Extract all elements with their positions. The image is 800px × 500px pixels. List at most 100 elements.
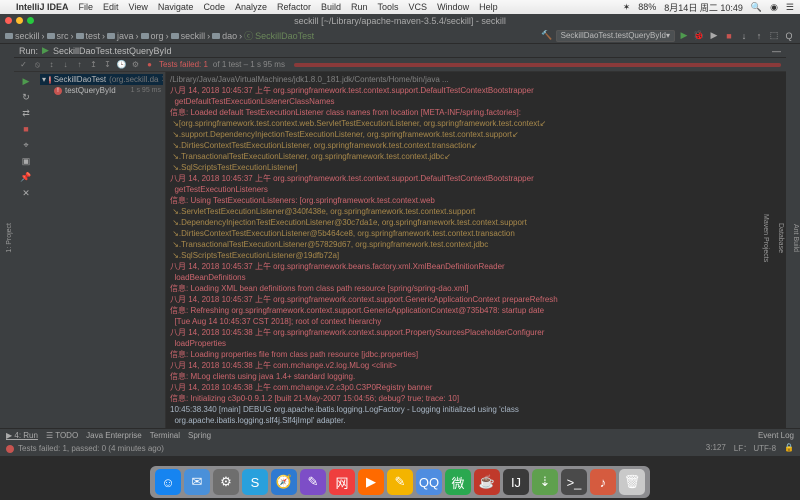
battery-pct[interactable]: 88% xyxy=(638,2,656,12)
encoding-label[interactable]: LF： UTF-8 xyxy=(734,443,776,454)
folder-icon xyxy=(107,33,115,39)
tool-maven[interactable]: Maven Projects xyxy=(761,211,770,265)
layout-icon[interactable]: ▣ xyxy=(20,155,32,167)
tool-project[interactable]: 1: Project xyxy=(5,220,14,256)
dock-app-icon[interactable]: 网 xyxy=(329,469,355,495)
macos-dock: ☺✉⚙S🧭✎网▶✎QQ微☕IJ⇣>_♪🗑 xyxy=(0,456,800,500)
test-tree[interactable]: ▾! SeckillDaoTest (org.seckill.da 1 s 95… xyxy=(38,72,166,428)
dock-app-icon[interactable]: IJ xyxy=(503,469,529,495)
minimize-tool-icon[interactable]: — xyxy=(772,46,781,56)
status-bar: ▶ 4: Run ☰ TODO Java Enterprise Terminal… xyxy=(0,428,800,456)
menu-code[interactable]: Code xyxy=(203,2,225,12)
tool-ant[interactable]: Ant Build xyxy=(791,221,800,255)
next-fail-icon[interactable]: ↧ xyxy=(103,60,112,69)
main-toolbar: seckill › src › test › java › org › seck… xyxy=(0,28,800,44)
export-icon[interactable]: 🕒 xyxy=(117,60,126,69)
caret-position[interactable]: 3:127 xyxy=(706,443,726,454)
menu-help[interactable]: Help xyxy=(479,2,498,12)
dock-app-icon[interactable]: ♪ xyxy=(590,469,616,495)
menu-navigate[interactable]: Navigate xyxy=(158,2,194,12)
menu-run[interactable]: Run xyxy=(351,2,368,12)
rerun-button[interactable]: ▶ xyxy=(20,75,32,87)
collapse-icon[interactable]: ↑ xyxy=(75,60,84,69)
rerun-failed-button[interactable]: ↻ xyxy=(20,91,32,103)
tab-spring[interactable]: Spring xyxy=(188,431,211,440)
run-tool-window: Run: ▶ SeckillDaoTest.testQueryById — ✓ … xyxy=(14,44,786,428)
fail-dot-icon: ● xyxy=(145,60,154,69)
dock-app-icon[interactable]: ✎ xyxy=(387,469,413,495)
dock-app-icon[interactable]: S xyxy=(242,469,268,495)
dock-app-icon[interactable]: >_ xyxy=(561,469,587,495)
event-log-button[interactable]: Event Log xyxy=(758,431,794,440)
dock-app-icon[interactable]: ☕ xyxy=(474,469,500,495)
gear-icon[interactable]: ⚙ xyxy=(131,60,140,69)
dock-app-icon[interactable]: ✉ xyxy=(184,469,210,495)
status-fail-icon xyxy=(6,445,14,453)
vcs-commit-icon[interactable]: ↑ xyxy=(753,30,765,42)
dock-app-icon[interactable]: 🧭 xyxy=(271,469,297,495)
close-tab-icon[interactable]: ✕ xyxy=(20,187,32,199)
notifications-icon[interactable]: ☰ xyxy=(786,2,794,13)
menu-analyze[interactable]: Analyze xyxy=(235,2,267,12)
run-button[interactable]: ▶ xyxy=(678,30,690,42)
spotlight-icon[interactable]: 🔍 xyxy=(751,2,762,13)
show-ignored-icon[interactable]: ⦸ xyxy=(33,60,42,69)
test-tree-item[interactable]: ! testQueryById 1 s 95 ms xyxy=(40,85,163,96)
pin-icon[interactable]: 📌 xyxy=(20,171,32,183)
stop-button[interactable]: ■ xyxy=(723,30,735,42)
build-icon[interactable]: 🔨 xyxy=(541,30,553,42)
breadcrumb[interactable]: seckill › src › test › java › org › seck… xyxy=(5,29,314,42)
dock-app-icon[interactable]: ☺ xyxy=(155,469,181,495)
dock-app-icon[interactable]: ✎ xyxy=(300,469,326,495)
stop-tests-button[interactable]: ■ xyxy=(20,123,32,135)
vcs-update-icon[interactable]: ↓ xyxy=(738,30,750,42)
menu-build[interactable]: Build xyxy=(321,2,341,12)
tab-terminal[interactable]: Terminal xyxy=(150,431,180,440)
console-output[interactable]: /Library/Java/JavaVirtualMachines/jdk1.8… xyxy=(166,72,786,428)
fail-icon: ! xyxy=(54,87,62,95)
dock-app-icon[interactable]: ⚙ xyxy=(213,469,239,495)
window-title: seckill [~/Library/apache-maven-3.5.4/se… xyxy=(294,16,506,26)
dock-app-icon[interactable]: ▶ xyxy=(358,469,384,495)
search-button[interactable]: Q xyxy=(783,30,795,42)
minimize-icon[interactable] xyxy=(16,17,23,24)
close-icon[interactable] xyxy=(5,17,12,24)
show-passed-icon[interactable]: ✓ xyxy=(19,60,28,69)
expand-icon[interactable]: ↓ xyxy=(61,60,70,69)
siri-icon[interactable]: ◉ xyxy=(770,2,778,13)
menu-tools[interactable]: Tools xyxy=(378,2,399,12)
menu-view[interactable]: View xyxy=(129,2,148,12)
tab-javaee[interactable]: Java Enterprise xyxy=(86,431,142,440)
menu-file[interactable]: File xyxy=(79,2,94,12)
tab-todo[interactable]: ☰ TODO xyxy=(46,431,78,440)
coverage-button[interactable]: ▶ xyxy=(708,30,720,42)
toggle-autotest-icon[interactable]: ⇄ xyxy=(20,107,32,119)
wifi-icon[interactable]: ✶ xyxy=(623,2,631,13)
menu-vcs[interactable]: VCS xyxy=(409,2,428,12)
app-name[interactable]: IntelliJ IDEA xyxy=(16,2,69,12)
menu-window[interactable]: Window xyxy=(437,2,469,12)
menu-refactor[interactable]: Refactor xyxy=(277,2,311,12)
run-config-select[interactable]: SeckillDaoTest.testQueryById ▾ xyxy=(556,30,675,42)
sort-icon[interactable]: ↕ xyxy=(47,60,56,69)
tab-run[interactable]: ▶ 4: Run xyxy=(6,431,38,440)
menu-edit[interactable]: Edit xyxy=(103,2,119,12)
progress-bar xyxy=(294,63,781,67)
dock-app-icon[interactable]: QQ xyxy=(416,469,442,495)
structure-icon[interactable]: ⬚ xyxy=(768,30,780,42)
dock-app-icon[interactable]: 🗑 xyxy=(619,469,645,495)
right-tool-gutter: Ant Build Database Maven Projects xyxy=(786,44,800,428)
clock[interactable]: 8月14日 周二 10:49 xyxy=(664,1,743,14)
zoom-icon[interactable] xyxy=(27,17,34,24)
debug-button[interactable]: 🐞 xyxy=(693,30,705,42)
play-icon: ▶ xyxy=(42,45,49,56)
dock-app-icon[interactable]: 微 xyxy=(445,469,471,495)
test-tree-root[interactable]: ▾! SeckillDaoTest (org.seckill.da 1 s 95… xyxy=(40,74,163,85)
prev-fail-icon[interactable]: ↥ xyxy=(89,60,98,69)
tool-database[interactable]: Database xyxy=(776,220,785,256)
dump-icon[interactable]: ⌖ xyxy=(20,139,32,151)
traffic-lights[interactable] xyxy=(5,17,34,24)
lock-icon[interactable]: 🔒 xyxy=(784,443,794,454)
dock-app-icon[interactable]: ⇣ xyxy=(532,469,558,495)
run-side-toolbar: ▶ ↻ ⇄ ■ ⌖ ▣ 📌 ✕ xyxy=(14,72,38,428)
